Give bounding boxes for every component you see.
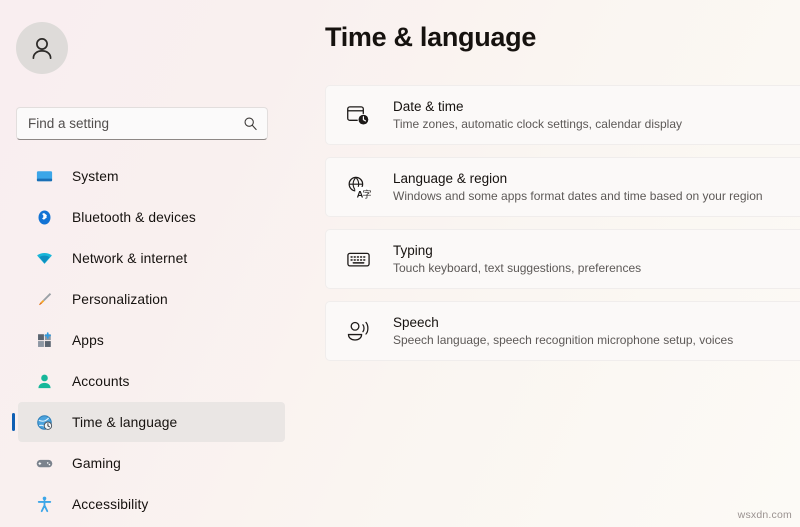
card-subtitle: Time zones, automatic clock settings, ca… bbox=[393, 117, 683, 131]
accessibility-icon bbox=[34, 494, 54, 514]
sidebar-nav: System Bluetooth & devices Network & int… bbox=[0, 156, 300, 524]
sidebar-item-network-internet[interactable]: Network & internet bbox=[18, 238, 285, 278]
search-input[interactable] bbox=[17, 108, 235, 139]
card-subtitle: Touch keyboard, text suggestions, prefer… bbox=[393, 261, 642, 275]
sidebar-item-gaming[interactable]: Gaming bbox=[18, 443, 285, 483]
card-subtitle: Windows and some apps format dates and t… bbox=[393, 189, 763, 203]
watermark: wsxdn.com bbox=[737, 509, 792, 521]
settings-window: System Bluetooth & devices bbox=[0, 0, 800, 527]
sidebar-item-accessibility[interactable]: Accessibility bbox=[18, 484, 285, 524]
svg-text:字: 字 bbox=[362, 188, 371, 200]
sidebar-item-label: Accounts bbox=[72, 373, 130, 389]
person-icon bbox=[34, 371, 54, 391]
apps-grid-icon bbox=[34, 330, 54, 350]
card-title: Typing bbox=[393, 243, 433, 258]
globe-clock-icon bbox=[34, 412, 54, 432]
sidebar-item-label: Accessibility bbox=[72, 496, 149, 512]
bluetooth-icon bbox=[34, 207, 54, 227]
sidebar-item-label: Time & language bbox=[72, 414, 178, 430]
sidebar-item-bluetooth-devices[interactable]: Bluetooth & devices bbox=[18, 197, 285, 237]
user-avatar-icon bbox=[16, 22, 68, 74]
page-title: Time & language bbox=[325, 22, 537, 52]
sidebar-item-accounts[interactable]: Accounts bbox=[18, 361, 285, 401]
translate-globe-icon: A 字 bbox=[344, 173, 372, 201]
card-title: Language & region bbox=[393, 171, 508, 186]
settings-card-language-region[interactable]: A 字 Language & region Windows and some a… bbox=[325, 157, 800, 217]
card-subtitle: Speech language, speech recognition micr… bbox=[393, 333, 734, 347]
sidebar-item-label: Apps bbox=[72, 332, 104, 348]
search-icon[interactable] bbox=[235, 108, 265, 139]
main-content: Time & language Date & time Time zones, … bbox=[300, 0, 800, 527]
sidebar-item-label: Bluetooth & devices bbox=[72, 209, 196, 225]
settings-card-date-time[interactable]: Date & time Time zones, automatic clock … bbox=[325, 85, 800, 145]
gamepad-icon bbox=[34, 453, 54, 473]
sidebar: System Bluetooth & devices bbox=[0, 0, 300, 527]
avatar[interactable] bbox=[16, 22, 68, 74]
settings-card-speech[interactable]: Speech Speech language, speech recogniti… bbox=[325, 301, 800, 361]
settings-card-typing[interactable]: Typing Touch keyboard, text suggestions,… bbox=[325, 229, 800, 289]
sidebar-item-system[interactable]: System bbox=[18, 156, 285, 196]
search-box[interactable] bbox=[16, 107, 268, 140]
keyboard-icon bbox=[344, 245, 372, 273]
sidebar-item-label: Personalization bbox=[72, 291, 168, 307]
settings-card-list: Date & time Time zones, automatic clock … bbox=[325, 85, 800, 373]
sidebar-item-label: Network & internet bbox=[72, 250, 188, 266]
sidebar-item-personalization[interactable]: Personalization bbox=[18, 279, 285, 319]
calendar-clock-icon bbox=[344, 101, 372, 129]
sidebar-item-time-language[interactable]: Time & language bbox=[12, 402, 285, 442]
paintbrush-icon bbox=[34, 289, 54, 309]
wifi-icon bbox=[34, 248, 54, 268]
card-title: Date & time bbox=[393, 99, 464, 114]
sidebar-item-label: Gaming bbox=[72, 455, 121, 471]
sidebar-item-apps[interactable]: Apps bbox=[18, 320, 285, 360]
monitor-icon bbox=[34, 166, 54, 186]
speech-person-icon bbox=[344, 317, 372, 345]
card-title: Speech bbox=[393, 315, 439, 330]
sidebar-item-label: System bbox=[72, 168, 119, 184]
